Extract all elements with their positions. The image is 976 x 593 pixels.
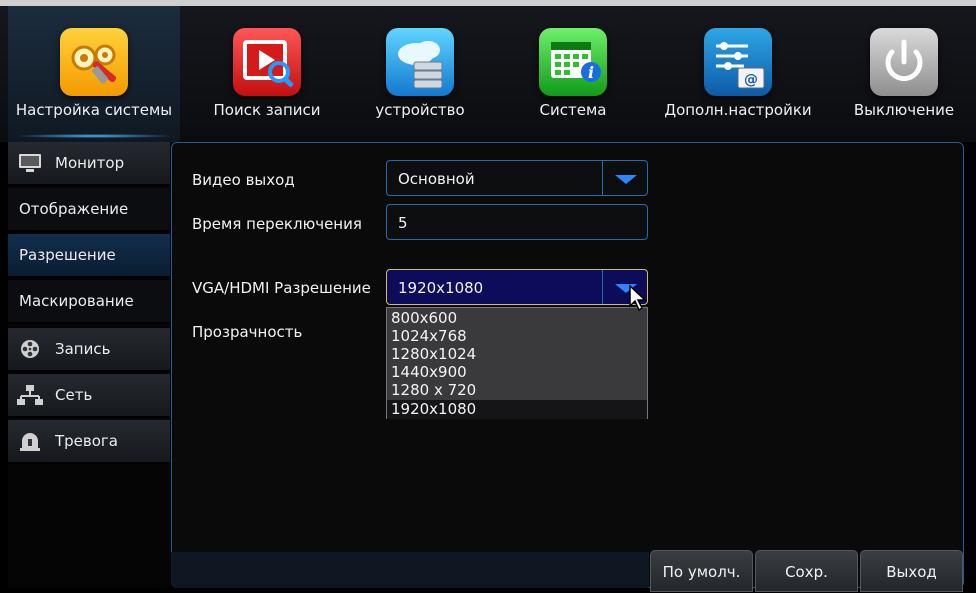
tab-device[interactable]: устройство [360,6,480,142]
video-output-select[interactable]: Основной [386,160,648,196]
chevron-down-icon [615,175,637,184]
svg-text:@: @ [744,72,758,88]
sidebar-item-resolution[interactable]: Разрешение [8,234,170,278]
resolution-option-1024x768[interactable]: 1024x768 [391,327,467,345]
tab-advanced-settings[interactable]: @ Дополн.настройки [656,6,820,142]
power-icon [870,28,938,96]
tab-label: Система [539,101,607,119]
sidebar-item-monitor[interactable]: Монитор [8,142,170,186]
cloud-storage-icon [386,28,454,96]
sidebar-item-label: Разрешение [19,246,116,264]
calendar-info-icon: i [539,28,607,96]
top-menu-bar: Настройка системы Поиск записи устройств… [0,0,976,142]
sidebar: Монитор Отображение Разрешение Маскирова… [8,142,170,588]
sidebar-item-label: Запись [55,340,111,358]
resolution-option-1920x1080[interactable]: 1920x1080 [391,400,476,418]
tab-label: Дополн.настройки [664,101,812,119]
transparency-label: Прозрачность [192,323,303,341]
sidebar-item-label: Сеть [55,386,93,404]
tab-system[interactable]: i Система [518,6,628,142]
switch-time-label: Время переключения [192,215,362,233]
video-output-value: Основной [398,170,475,188]
video-search-icon [233,28,301,96]
switch-time-value: 5 [398,214,408,232]
mouse-cursor-icon [629,284,647,312]
resolution-option-1280x1024[interactable]: 1280x1024 [391,345,476,363]
tab-shutdown[interactable]: Выключение [842,6,966,142]
tab-label: Поиск записи [213,101,321,119]
film-reel-icon [21,340,39,358]
sidebar-item-label: Маскирование [19,292,134,310]
bottom-bar [171,552,649,588]
resolution-dropdown-list: 800x600 1024x768 1280x1024 1440x900 1280… [386,307,648,419]
resolution-option-1440x900[interactable]: 1440x900 [391,363,467,381]
sidebar-item-label: Монитор [55,154,125,172]
resolution-value: 1920x1080 [398,279,484,297]
sidebar-item-display[interactable]: Отображение [8,188,170,232]
alarm-icon [20,433,40,451]
resolution-option-800x600[interactable]: 800x600 [391,309,457,327]
tab-label: устройство [375,101,465,119]
exit-button[interactable]: Выход [860,550,963,592]
resolution-select[interactable]: 1920x1080 [386,269,648,305]
video-output-dropdown-button[interactable] [602,161,647,195]
svg-text:i: i [588,63,594,82]
tab-system-settings[interactable]: Настройка системы [8,6,180,142]
save-button[interactable]: Сохр. [755,550,858,592]
tab-label: Выключение [853,101,955,119]
sidebar-item-masking[interactable]: Маскирование [8,280,170,324]
sidebar-item-label: Отображение [19,200,129,218]
monitor-icon [19,154,41,172]
tab-record-search[interactable]: Поиск записи [202,6,332,142]
default-button[interactable]: По умолч. [650,550,753,592]
resolution-label: VGA/HDMI Разрешение [192,279,371,297]
sidebar-item-record[interactable]: Запись [8,328,170,372]
resolution-option-1280x720[interactable]: 1280 x 720 [391,381,476,399]
advanced-settings-icon: @ [704,28,772,96]
sidebar-filler [8,466,170,588]
sidebar-item-network[interactable]: Сеть [8,374,170,418]
settings-gears-icon [60,28,128,96]
sidebar-item-alarm[interactable]: Тревога [8,420,170,464]
video-output-label: Видео выход [192,171,295,189]
sidebar-item-label: Тревога [55,432,119,450]
switch-time-input[interactable]: 5 [386,204,648,240]
network-icon [17,385,43,405]
tab-label: Настройка системы [15,101,173,119]
